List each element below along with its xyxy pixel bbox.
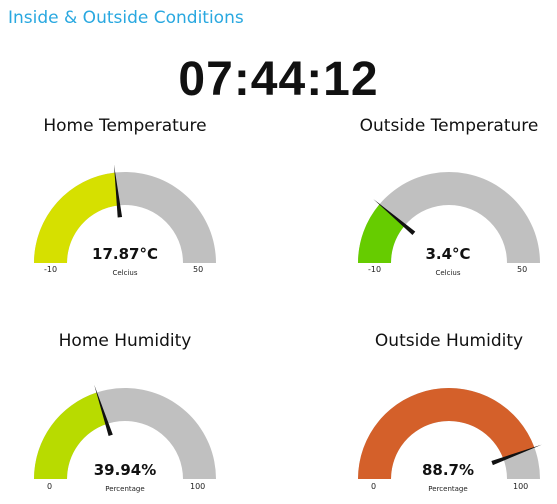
gauge-title-home-temperature: Home Temperature (43, 116, 207, 136)
gauge-max-outside-humidity: 100 (513, 482, 529, 491)
gauge-value-outside-humidity: 88.7% (421, 461, 475, 479)
gauge-unit-outside-temperature: Celcius (435, 269, 461, 277)
gauge-max-outside-temperature: 50 (517, 265, 528, 274)
gauge-min-outside-temperature: -10 (368, 265, 382, 274)
gauge-max-home-humidity: 100 (190, 482, 206, 491)
gauge-value-outside-temperature: 3.4°C (425, 245, 471, 263)
gauge-title-outside-temperature: Outside Temperature (359, 116, 539, 136)
gauge-min-home-humidity: 0 (47, 482, 53, 491)
gauge-title-outside-humidity: Outside Humidity (374, 331, 524, 351)
gauge-unit-outside-humidity: Percentage (428, 485, 468, 493)
gauge-unit-home-humidity: Percentage (105, 485, 145, 493)
gauge-max-home-temperature: 50 (193, 265, 204, 274)
gauge-min-home-temperature: -10 (44, 265, 58, 274)
gauge-value-home-temperature: 17.87°C (92, 245, 158, 263)
gauge-min-outside-humidity: 0 (371, 482, 377, 491)
gauge-value-home-humidity: 39.94% (93, 461, 157, 479)
gauge-unit-home-temperature: Celcius (112, 269, 138, 277)
gauge-title-home-humidity: Home Humidity (58, 331, 192, 351)
